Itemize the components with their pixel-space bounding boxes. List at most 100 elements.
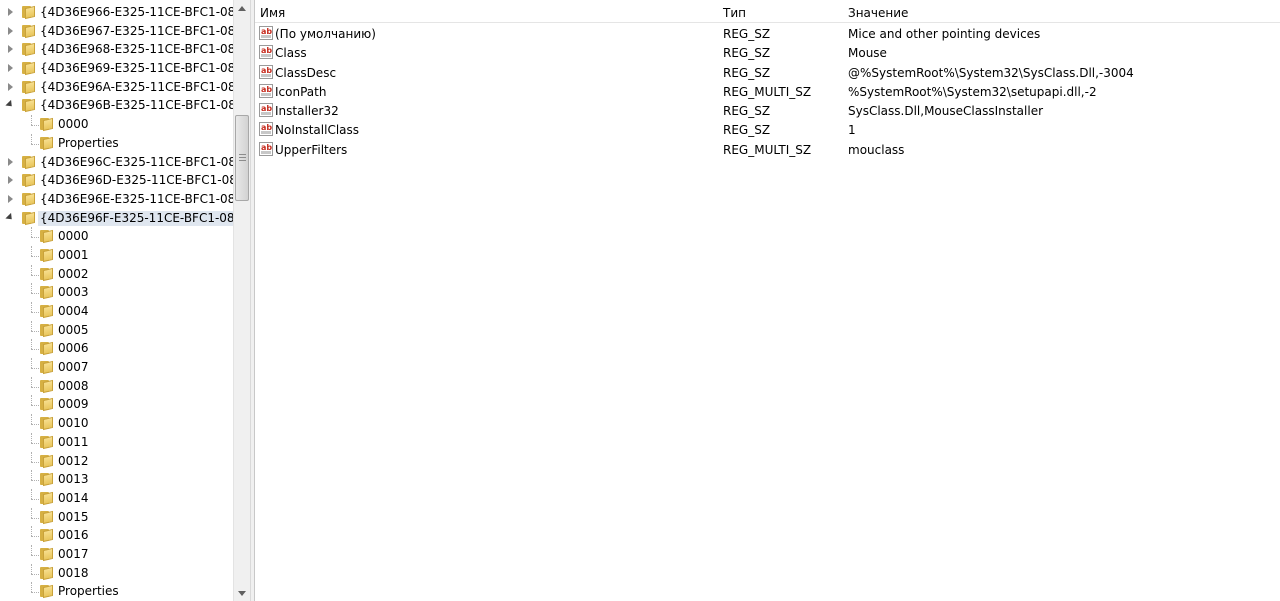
folder-icon (22, 80, 36, 94)
grip-line (239, 157, 246, 158)
reg-string-icon: ab (259, 26, 273, 40)
value-name: (По умолчанию) (275, 27, 376, 41)
tree-subkey-item[interactable]: 0003 (0, 283, 233, 302)
tree-subkey-item[interactable]: 0007 (0, 358, 233, 377)
tree-subkey-item[interactable]: 0001 (0, 245, 233, 265)
tree-item-label: 0010 (58, 416, 89, 431)
tree-item-label: 0009 (58, 397, 89, 412)
value-row[interactable]: ab UpperFilters REG_MULTI_SZ mouclass (255, 140, 1280, 159)
folder-icon (40, 118, 54, 132)
column-header-name[interactable]: Имя (260, 6, 285, 20)
tree-item-label: 0004 (58, 304, 89, 318)
value-row[interactable]: ab (По умолчанию) REG_SZ Mice and other poi… (255, 24, 1280, 43)
scroll-down-arrow-icon[interactable] (238, 591, 246, 596)
value-row[interactable]: ab IconPath REG_MULTI_SZ %SystemRoot%\Syste… (255, 82, 1280, 101)
tree-subkey-item[interactable]: 0006 (0, 339, 233, 358)
triangle-right-icon[interactable] (8, 176, 13, 185)
triangle-down-right-icon[interactable] (5, 100, 15, 110)
tree-key-item[interactable]: {4D36E967-E325-11CE-BFC1-08002E (0, 22, 233, 41)
value-name: Class (275, 46, 307, 61)
tree-subkey-item[interactable]: 0018 (0, 563, 233, 583)
tree-connector-line (31, 451, 32, 462)
folder-icon (40, 585, 54, 599)
tree-subkey-item[interactable]: 0000 (0, 115, 233, 134)
triangle-right-icon[interactable] (8, 45, 13, 54)
value-row[interactable]: ab ClassDesc REG_SZ @%SystemRoot%\System32\… (255, 63, 1280, 82)
value-name: NoInstallClass (275, 123, 360, 138)
triangle-down-right-icon[interactable] (5, 212, 15, 222)
value-data: mouclass (848, 142, 905, 157)
tree-connector-line (31, 115, 32, 126)
tree-key-item[interactable]: {4D36E968-E325-11CE-BFC1-08002E (0, 40, 233, 59)
triangle-right-icon[interactable] (8, 8, 13, 16)
tree-subkey-item[interactable]: 0013 (0, 470, 233, 489)
tree-item-label: 0011 (58, 434, 89, 449)
tree-subkey-item[interactable]: 0015 (0, 507, 233, 527)
tree-subkey-item[interactable]: 0012 (0, 451, 233, 471)
value-row[interactable]: ab NoInstallClass REG_SZ 1 (255, 120, 1280, 139)
tree-item-label: {4D36E96D-E325-11CE-BFC1-08002 (40, 173, 233, 188)
folder-icon (22, 43, 36, 57)
tree-connector-line (31, 470, 32, 481)
tree-subkey-item[interactable]: 0016 (0, 526, 233, 545)
tree-key-item[interactable]: {4D36E96B-E325-11CE-BFC1-08002E (0, 96, 233, 115)
folder-icon (40, 360, 54, 375)
grip-line (239, 160, 246, 161)
value-row[interactable]: ab Class REG_SZ Mouse (255, 43, 1280, 62)
tree-item-label: {4D36E969-E325-11CE-BFC1-08002E (40, 61, 233, 76)
tree-connector-line (31, 302, 32, 312)
reg-string-icon: ab (259, 64, 273, 79)
tree-connector-line (31, 544, 32, 555)
tree-connector-line (31, 507, 32, 518)
tree-key-item[interactable]: {4D36E96D-E325-11CE-BFC1-08002 (0, 171, 233, 190)
tree-connector-line (31, 358, 32, 369)
triangle-right-icon[interactable] (8, 64, 13, 73)
tree-subkey-item[interactable]: 0011 (0, 432, 233, 452)
folder-icon (40, 547, 54, 562)
folder-icon (22, 99, 36, 113)
value-type: REG_MULTI_SZ (723, 84, 812, 99)
tree-subkey-item[interactable]: 0004 (0, 302, 233, 321)
triangle-right-icon[interactable] (8, 194, 13, 203)
scroll-up-arrow-icon[interactable] (238, 6, 246, 11)
tree-subkey-item[interactable]: 0008 (0, 376, 233, 396)
value-name: UpperFilters (275, 142, 348, 157)
reg-string-icon: ab (259, 103, 273, 118)
tree-subkey-item[interactable]: 0005 (0, 320, 233, 340)
tree-subkey-item[interactable]: Properties (0, 133, 233, 153)
column-header-data[interactable]: Значение (848, 6, 908, 20)
column-header-type[interactable]: Тип (723, 6, 746, 20)
tree-key-item[interactable]: {4D36E96F-E325-11CE-BFC1-08002E (0, 209, 233, 228)
triangle-right-icon[interactable] (8, 26, 13, 35)
value-data: %SystemRoot%\System32\setupapi.dll,-2 (848, 84, 1097, 99)
tree-key-item[interactable]: {4D36E96C-E325-11CE-BFC1-08002 (0, 153, 233, 172)
folder-icon (22, 5, 36, 20)
tree-key-item[interactable]: {4D36E966-E325-11CE-BFC1-08002E (0, 3, 233, 22)
tree-connector-line (31, 376, 32, 387)
tree-vertical-scrollbar[interactable] (233, 0, 250, 601)
tree-subkey-item[interactable]: Properties (0, 582, 233, 601)
tree-subkey-item[interactable]: 0002 (0, 264, 233, 284)
tree-subkey-item[interactable]: 0000 (0, 227, 233, 246)
value-type: REG_SZ (723, 46, 771, 61)
value-data: 1 (848, 123, 856, 138)
tree-key-item[interactable]: {4D36E96A-E325-11CE-BFC1-08002 (0, 78, 233, 97)
tree-item-label: Properties (58, 584, 119, 599)
triangle-right-icon[interactable] (8, 82, 13, 91)
tree-key-item[interactable]: {4D36E969-E325-11CE-BFC1-08002E (0, 59, 233, 78)
tree-item-label: {4D36E96E-E325-11CE-BFC1-08002E (40, 191, 233, 206)
tree-item-label: {4D36E967-E325-11CE-BFC1-08002E (40, 23, 233, 38)
scrollbar-thumb[interactable] (235, 115, 249, 201)
value-row[interactable]: ab Installer32 REG_SZ SysClass.Dll,MouseCla… (255, 101, 1280, 120)
tree-subkey-item[interactable]: 0014 (0, 488, 233, 508)
tree-item-label: 0005 (58, 322, 89, 337)
tree-key-item[interactable]: {4D36E96E-E325-11CE-BFC1-08002E (0, 190, 233, 209)
tree-subkey-item[interactable]: 0017 (0, 544, 233, 564)
tree-item-label: 0000 (58, 117, 89, 132)
tree-subkey-item[interactable]: 0010 (0, 414, 233, 433)
tree-connector-line (31, 488, 32, 499)
folder-icon (40, 417, 54, 431)
registry-values-pane: Имя Тип Значение ab (По умолчанию) REG_SZ M… (255, 0, 1280, 601)
tree-subkey-item[interactable]: 0009 (0, 395, 233, 414)
triangle-right-icon[interactable] (8, 157, 13, 166)
